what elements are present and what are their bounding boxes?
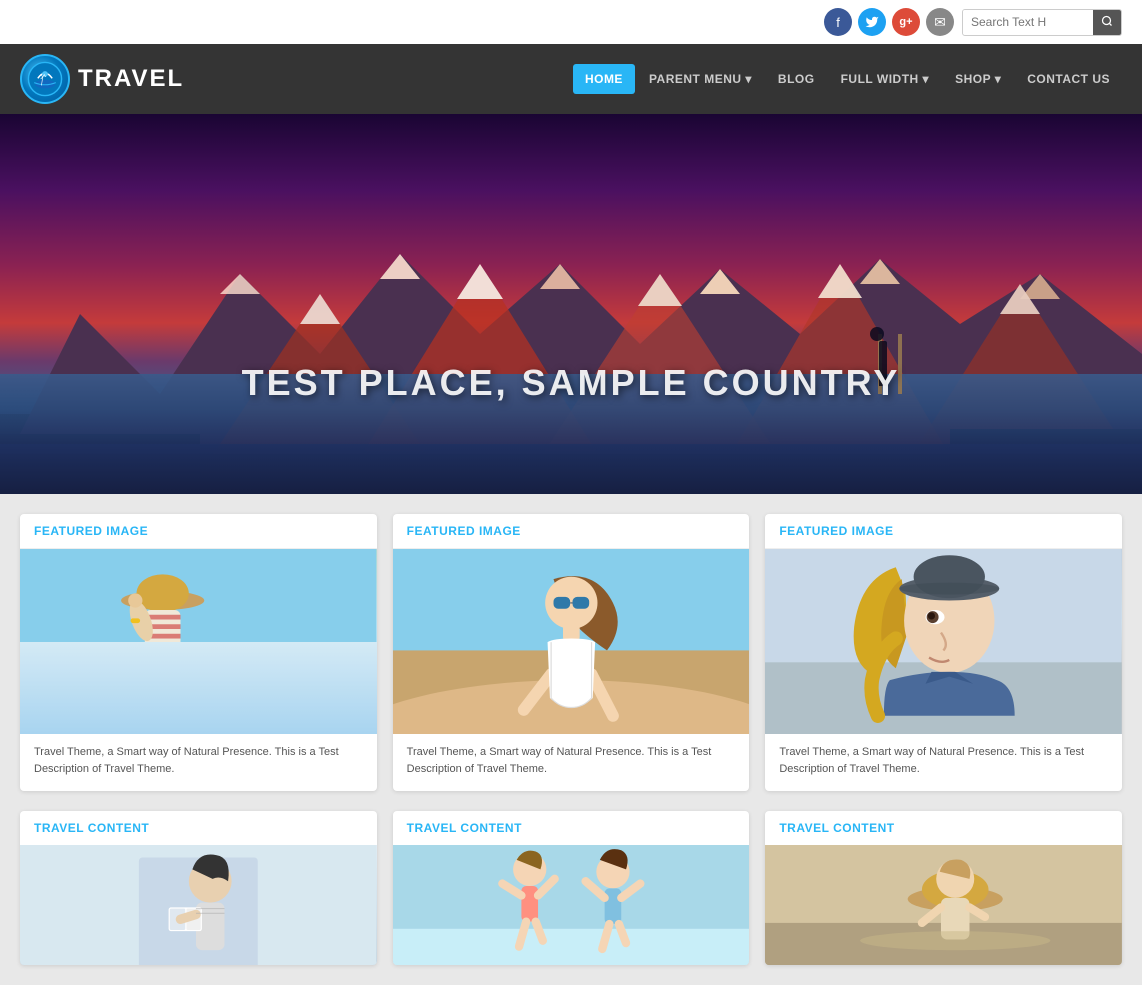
content-card-2-header-accent: CONTENT bbox=[460, 821, 522, 835]
nav-blog[interactable]: BLOG bbox=[766, 64, 827, 94]
logo-text: TRAVEL bbox=[78, 65, 184, 93]
content-card-3-header: TRAVEL CONTENT bbox=[765, 811, 1122, 845]
search-bar[interactable] bbox=[962, 9, 1122, 36]
top-bar: f g+ ✉ bbox=[0, 0, 1142, 44]
card-2-description: Travel Theme, a Smart way of Natural Pre… bbox=[393, 734, 750, 791]
content-card-3-header-text: TRAVEL bbox=[779, 821, 833, 835]
content-card-3-header-accent: CONTENT bbox=[833, 821, 895, 835]
content-card-2: TRAVEL CONTENT bbox=[393, 811, 750, 965]
hero-section: TEST PLACE, SAMPLE COUNTRY bbox=[0, 114, 1142, 494]
social-icons: f g+ ✉ bbox=[824, 8, 954, 36]
nav-contact-us[interactable]: CONTACT US bbox=[1015, 64, 1122, 94]
card-1-image[interactable] bbox=[20, 549, 377, 734]
featured-card-2: FEATURED IMAGE bbox=[393, 514, 750, 791]
google-icon[interactable]: g+ bbox=[892, 8, 920, 36]
content-card-1-header: TRAVEL CONTENT bbox=[20, 811, 377, 845]
content-card-3-image[interactable] bbox=[765, 845, 1122, 965]
content-card-1: TRAVEL CONTENT bbox=[20, 811, 377, 965]
nav-full-width[interactable]: FULL WIDTH bbox=[829, 64, 941, 94]
logo-icon bbox=[20, 54, 70, 104]
featured-cards-section: FEATURED IMAGE bbox=[0, 494, 1142, 811]
card-3-description: Travel Theme, a Smart way of Natural Pre… bbox=[765, 734, 1122, 791]
content-card-2-image[interactable] bbox=[393, 845, 750, 965]
card-2-header-text: FEATURED bbox=[407, 524, 479, 538]
search-input[interactable] bbox=[963, 10, 1093, 34]
person-head bbox=[870, 327, 884, 341]
card-3-header-accent: IMAGE bbox=[852, 524, 894, 538]
card-3-header: FEATURED IMAGE bbox=[765, 514, 1122, 549]
header: TRAVEL HOME PARENT MENU BLOG FULL WIDTH … bbox=[0, 44, 1142, 114]
nav-home[interactable]: HOME bbox=[573, 64, 635, 94]
featured-card-1: FEATURED IMAGE bbox=[20, 514, 377, 791]
card-1-header: FEATURED IMAGE bbox=[20, 514, 377, 549]
content-card-2-header-text: TRAVEL bbox=[407, 821, 461, 835]
main-nav: HOME PARENT MENU BLOG FULL WIDTH SHOP CO… bbox=[573, 64, 1122, 94]
content-card-1-image[interactable] bbox=[20, 845, 377, 965]
content-card-2-header: TRAVEL CONTENT bbox=[393, 811, 750, 845]
card-2-header: FEATURED IMAGE bbox=[393, 514, 750, 549]
card-3-header-text: FEATURED bbox=[779, 524, 851, 538]
content-card-1-header-text: TRAVEL bbox=[34, 821, 88, 835]
email-icon[interactable]: ✉ bbox=[926, 8, 954, 36]
card-1-header-accent: IMAGE bbox=[106, 524, 148, 538]
card-1-description: Travel Theme, a Smart way of Natural Pre… bbox=[20, 734, 377, 791]
hero-title: TEST PLACE, SAMPLE COUNTRY bbox=[242, 362, 901, 404]
twitter-icon[interactable] bbox=[858, 8, 886, 36]
card-1-header-text: FEATURED bbox=[34, 524, 106, 538]
featured-card-3: FEATURED IMAGE bbox=[765, 514, 1122, 791]
card-2-image[interactable] bbox=[393, 549, 750, 734]
nav-shop[interactable]: SHOP bbox=[943, 64, 1013, 94]
content-card-3: TRAVEL CONTENT bbox=[765, 811, 1122, 965]
content-card-1-header-accent: CONTENT bbox=[88, 821, 150, 835]
content-section: TRAVEL CONTENT bbox=[0, 811, 1142, 985]
card-3-image[interactable] bbox=[765, 549, 1122, 734]
logo[interactable]: TRAVEL bbox=[20, 54, 184, 104]
card-2-header-accent: IMAGE bbox=[479, 524, 521, 538]
search-button[interactable] bbox=[1093, 10, 1121, 35]
facebook-icon[interactable]: f bbox=[824, 8, 852, 36]
nav-parent-menu[interactable]: PARENT MENU bbox=[637, 64, 764, 94]
